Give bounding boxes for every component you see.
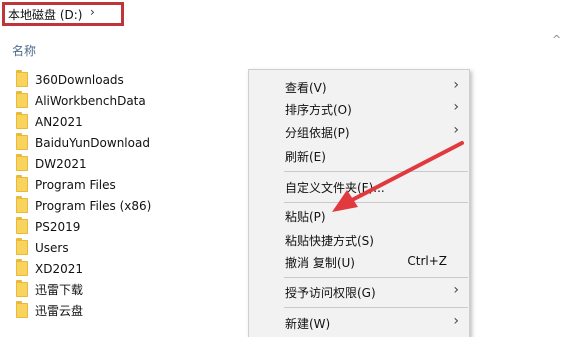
name-column-header[interactable]: 名称 bbox=[12, 42, 36, 59]
folder-name: BaiduYunDownload bbox=[35, 135, 150, 150]
folder-icon bbox=[16, 112, 28, 129]
submenu-arrow-icon: › bbox=[453, 99, 459, 115]
folder-icon bbox=[16, 280, 28, 297]
list-item[interactable]: Users bbox=[16, 237, 246, 258]
folder-icon bbox=[16, 217, 28, 234]
menu-item-customize-folder[interactable]: 自定义文件夹(F)... bbox=[249, 176, 469, 198]
folder-name: Users bbox=[35, 240, 69, 255]
list-item[interactable]: 360Downloads bbox=[16, 69, 246, 90]
folder-name: Program Files bbox=[35, 177, 116, 192]
menu-separator bbox=[284, 202, 468, 203]
breadcrumb-chevron-icon[interactable]: › bbox=[90, 5, 95, 19]
folder-name: 迅雷下载 bbox=[35, 283, 84, 297]
list-item[interactable]: PS2019 bbox=[16, 216, 246, 237]
folder-name: 迅雷云盘 bbox=[35, 304, 84, 318]
menu-item-sort-by[interactable]: 排序方式(O) › bbox=[249, 98, 469, 120]
menu-item-label: 授予访问权限(G) bbox=[285, 286, 376, 300]
address-path[interactable]: 本地磁盘 (D:) bbox=[8, 6, 82, 23]
address-bar[interactable]: 本地磁盘 (D:) › bbox=[0, 0, 566, 30]
folder-icon bbox=[16, 196, 28, 213]
folder-icon bbox=[16, 175, 28, 192]
folder-icon bbox=[16, 259, 28, 276]
list-item[interactable]: BaiduYunDownload bbox=[16, 132, 246, 153]
menu-item-label: 粘贴(P) bbox=[285, 210, 326, 224]
menu-separator bbox=[284, 171, 468, 172]
list-item[interactable]: AliWorkbenchData bbox=[16, 90, 246, 111]
file-list: 360Downloads AliWorkbenchData AN2021 Bai… bbox=[16, 69, 246, 321]
list-item[interactable]: Program Files (x86) bbox=[16, 195, 246, 216]
list-item[interactable]: Program Files bbox=[16, 174, 246, 195]
menu-item-label: 查看(V) bbox=[285, 81, 327, 95]
folder-icon bbox=[16, 133, 28, 150]
menu-item-new[interactable]: 新建(W) › bbox=[249, 312, 469, 334]
list-item[interactable]: XD2021 bbox=[16, 258, 246, 279]
folder-icon bbox=[16, 301, 28, 318]
folder-name: AliWorkbenchData bbox=[35, 93, 146, 108]
folder-name: AN2021 bbox=[35, 114, 83, 129]
menu-item-label: 分组依据(P) bbox=[285, 126, 350, 140]
menu-item-grant-access[interactable]: 授予访问权限(G) › bbox=[249, 281, 469, 303]
menu-item-label: 新建(W) bbox=[285, 317, 331, 331]
menu-item-undo-copy[interactable]: 撤消 复制(U) Ctrl+Z bbox=[249, 251, 469, 273]
menu-item-paste-shortcut[interactable]: 粘贴快捷方式(S) bbox=[249, 229, 469, 251]
folder-icon bbox=[16, 154, 28, 171]
folder-name: Program Files (x86) bbox=[35, 198, 152, 213]
shortcut-text: Ctrl+Z bbox=[407, 254, 447, 268]
list-item[interactable]: DW2021 bbox=[16, 153, 246, 174]
sort-up-icon: ^ bbox=[552, 33, 562, 46]
submenu-arrow-icon: › bbox=[453, 313, 459, 329]
submenu-arrow-icon: › bbox=[453, 282, 459, 298]
menu-item-view[interactable]: 查看(V) › bbox=[249, 76, 469, 98]
folder-icon bbox=[16, 91, 28, 108]
list-item[interactable]: 迅雷下载 bbox=[16, 279, 246, 300]
folder-name: PS2019 bbox=[35, 219, 81, 234]
menu-item-label: 粘贴快捷方式(S) bbox=[285, 234, 374, 248]
submenu-arrow-icon: › bbox=[453, 122, 459, 138]
menu-item-label: 撤消 复制(U) bbox=[285, 256, 355, 270]
folder-name: 360Downloads bbox=[35, 72, 124, 87]
menu-item-refresh[interactable]: 刷新(E) bbox=[249, 145, 469, 167]
folder-icon bbox=[16, 238, 28, 255]
list-item[interactable]: AN2021 bbox=[16, 111, 246, 132]
menu-item-group-by[interactable]: 分组依据(P) › bbox=[249, 121, 469, 143]
menu-item-label: 自定义文件夹(F)... bbox=[285, 181, 385, 195]
list-item[interactable]: 迅雷云盘 bbox=[16, 300, 246, 321]
folder-icon bbox=[16, 70, 28, 87]
menu-separator bbox=[284, 277, 468, 278]
menu-item-label: 刷新(E) bbox=[285, 150, 326, 164]
folder-name: DW2021 bbox=[35, 156, 87, 171]
menu-item-paste[interactable]: 粘贴(P) bbox=[249, 205, 469, 227]
menu-separator bbox=[284, 307, 468, 308]
folder-name: XD2021 bbox=[35, 261, 83, 276]
menu-item-label: 排序方式(O) bbox=[285, 103, 352, 117]
submenu-arrow-icon: › bbox=[453, 77, 459, 93]
context-menu: 查看(V) › 排序方式(O) › 分组依据(P) › 刷新(E) 自定义文件夹… bbox=[248, 69, 470, 337]
